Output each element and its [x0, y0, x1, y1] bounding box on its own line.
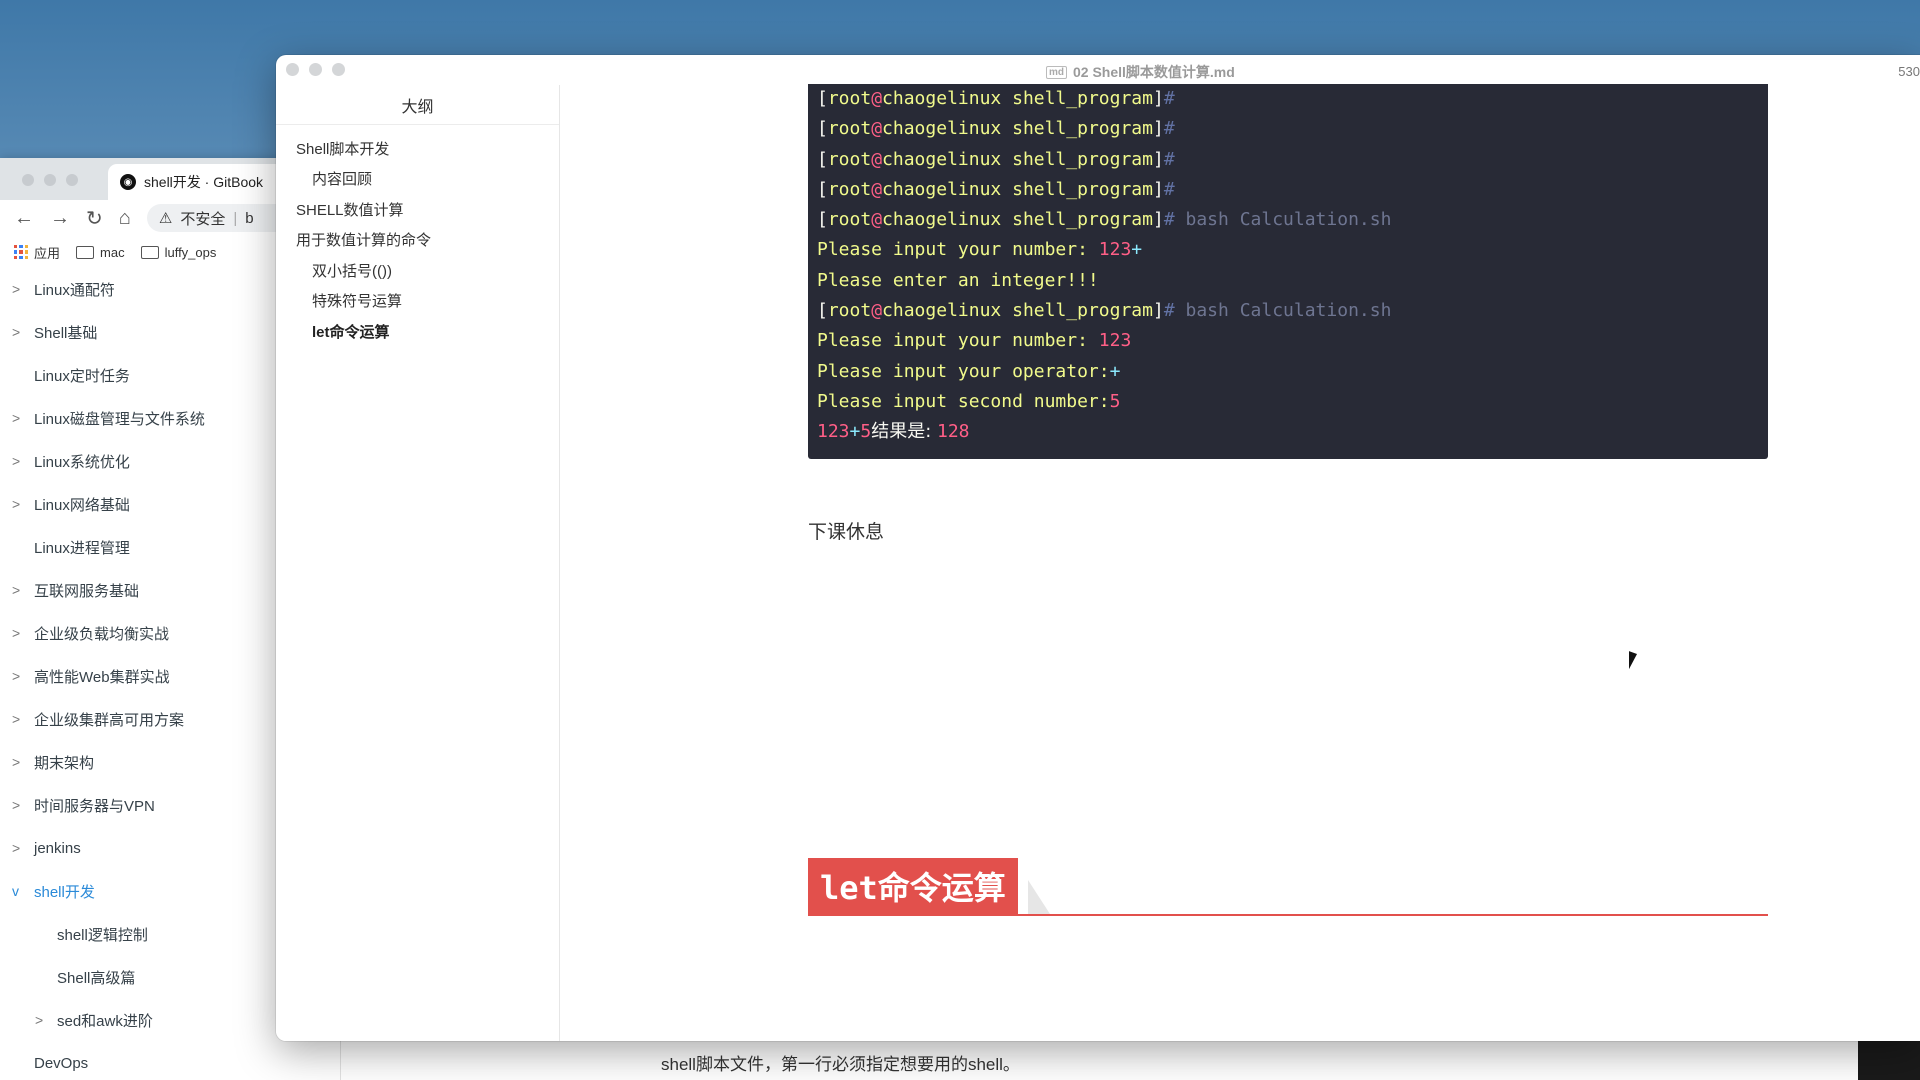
nav-item-label: sed和awk进阶 [57, 1013, 153, 1030]
nav-item-label: shell逻辑控制 [57, 927, 148, 944]
chevron-right-icon[interactable]: > [12, 582, 20, 598]
code-line: [root@chaogelinux shell_program]# bash C… [817, 209, 1392, 231]
folder-icon [140, 245, 159, 259]
outline-item-double-parens[interactable]: 双小括号(()) [276, 255, 559, 286]
code-line: [root@chaogelinux shell_program]# bash C… [817, 300, 1392, 322]
bookmark-label: luffy_ops [164, 244, 217, 260]
nav-item-label: jenkins [34, 840, 81, 857]
chevron-right-icon[interactable]: > [12, 668, 20, 684]
nav-item-label: Shell高级篇 [57, 970, 136, 987]
code-line: [root@chaogelinux shell_program]# [817, 88, 1175, 109]
outline-list: Shell脚本开发 内容回顾 SHELL数值计算 用于数值计算的命令 双小括号(… [276, 125, 559, 347]
nav-item-label: shell开发 [34, 884, 95, 901]
typora-titlebar: md 02 Shell脚本数值计算.md 530 [276, 55, 1920, 85]
typora-window: md 02 Shell脚本数值计算.md 530 大纲 Shell脚本开发 内容… [276, 55, 1920, 1041]
home-icon[interactable]: ⌂ [119, 207, 131, 230]
video-thumbnail [1858, 1040, 1920, 1080]
chevron-right-icon[interactable]: > [12, 711, 20, 727]
nav-item-label: Linux网络基础 [34, 497, 130, 514]
bookmark-label: 应用 [34, 245, 61, 261]
browser-tab-title: shell开发 · GitBook [144, 174, 264, 190]
bookmark-mac[interactable]: mac [76, 245, 125, 260]
code-line: [root@chaogelinux shell_program]# [817, 118, 1175, 140]
minimize-dot-icon[interactable] [309, 63, 322, 76]
outline-panel: 大纲 Shell脚本开发 内容回顾 SHELL数值计算 用于数值计算的命令 双小… [276, 85, 560, 1041]
code-line: Please input your operator:+ [817, 360, 1121, 382]
nav-item-label: Linux进程管理 [34, 540, 130, 557]
outline-item-shell-calc[interactable]: SHELL数值计算 [276, 194, 559, 225]
chevron-right-icon[interactable]: > [12, 754, 20, 770]
nav-item-label: DevOps [34, 1055, 89, 1072]
bookmark-apps[interactable]: 应用 [14, 243, 60, 262]
nav-item-label: 时间服务器与VPN [34, 798, 155, 815]
close-dot-icon[interactable] [22, 174, 34, 186]
nav-item-label: 企业级负载均衡实战 [34, 626, 170, 643]
back-arrow-icon[interactable]: ← [14, 207, 34, 230]
code-line: [root@chaogelinux shell_program]# [817, 148, 1175, 170]
document-title: md 02 Shell脚本数值计算.md [1046, 62, 1235, 82]
url-text: b [245, 209, 254, 227]
gitbook-content-text: shell脚本文件，第一行必须指定想要用的shell。 [661, 1055, 1020, 1074]
chevron-right-icon[interactable]: > [12, 410, 20, 426]
nav-item-label: Shell基础 [34, 325, 98, 342]
reload-icon[interactable]: ↻ [86, 206, 103, 231]
code-line: Please input your number: 123+ [817, 239, 1143, 261]
gitbook-content-strip: shell脚本文件，第一行必须指定想要用的shell。 [340, 1040, 1920, 1080]
code-line: Please input your number: 123 [817, 330, 1132, 352]
nav-item-label: 高性能Web集群实战 [34, 669, 170, 686]
outline-item-review[interactable]: 内容回顾 [276, 164, 559, 195]
outline-item-calc-commands[interactable]: 用于数值计算的命令 [276, 225, 559, 256]
code-line: Please enter an integer!!! [817, 269, 1099, 291]
chevron-right-icon[interactable]: > [35, 1012, 43, 1028]
close-dot-icon[interactable] [286, 63, 299, 76]
outline-item-shell-script-dev[interactable]: Shell脚本开发 [276, 133, 559, 164]
chevron-right-icon[interactable]: > [12, 625, 20, 641]
code-line: 123+5结果是: 128 [817, 421, 970, 443]
chevron-right-icon[interactable]: > [12, 840, 20, 856]
browser-window-controls[interactable] [22, 174, 78, 186]
outline-title: 大纲 [276, 85, 559, 125]
code-block[interactable]: [root@chaogelinux shell_program]# [root@… [808, 84, 1768, 459]
security-label: 不安全 [180, 210, 226, 228]
nav-item-devops[interactable]: DevOps [0, 1042, 340, 1080]
nav-item-label: 期末架构 [34, 755, 95, 772]
section-heading-text: let命令运算 [808, 858, 1018, 914]
editor-area[interactable]: [root@chaogelinux shell_program]# [root@… [560, 84, 1920, 1041]
nav-item-label: 互联网服务基础 [34, 583, 140, 600]
zoom-dot-icon[interactable] [332, 63, 345, 76]
nav-item-label: Linux磁盘管理与文件系统 [34, 411, 205, 428]
chevron-right-icon[interactable]: > [12, 453, 20, 469]
warning-icon: ⚠ [158, 210, 173, 227]
section-heading: let命令运算 [808, 858, 1768, 916]
word-counter: 530 [1898, 64, 1920, 79]
bookmark-label: mac [100, 244, 125, 260]
apps-grid-icon [14, 245, 28, 259]
chevron-right-icon[interactable]: > [12, 496, 20, 512]
chevron-down-icon[interactable]: v [12, 883, 19, 899]
paragraph-text: 下课休息 [808, 522, 885, 543]
typora-window-controls[interactable] [286, 63, 345, 76]
zoom-dot-icon[interactable] [66, 174, 78, 186]
gitbook-favicon-icon: ◉ [120, 174, 136, 190]
outline-item-let-command[interactable]: let命令运算 [276, 316, 559, 347]
forward-arrow-icon[interactable]: → [50, 207, 70, 230]
code-line: [root@chaogelinux shell_program]# [817, 178, 1175, 200]
nav-item-label: Linux通配符 [34, 282, 115, 299]
nav-item-label: Linux定时任务 [34, 368, 130, 385]
mouse-pointer-icon [1629, 651, 1645, 675]
chevron-right-icon[interactable]: > [12, 324, 20, 340]
heading-tab-decoration [1028, 880, 1050, 914]
minimize-dot-icon[interactable] [44, 174, 56, 186]
chevron-right-icon[interactable]: > [12, 281, 20, 297]
nav-item-label: 企业级集群高可用方案 [34, 712, 185, 729]
document-title-text: 02 Shell脚本数值计算.md [1073, 64, 1235, 80]
nav-item-label: Linux系统优化 [34, 454, 130, 471]
markdown-file-icon: md [1046, 65, 1067, 79]
outline-item-special-symbols[interactable]: 特殊符号运算 [276, 286, 559, 317]
folder-icon [76, 245, 95, 259]
bookmark-luffy-ops[interactable]: luffy_ops [140, 244, 217, 260]
code-line: Please input second number:5 [817, 390, 1121, 412]
url-separator: | [233, 209, 238, 227]
chevron-right-icon[interactable]: > [12, 797, 20, 813]
